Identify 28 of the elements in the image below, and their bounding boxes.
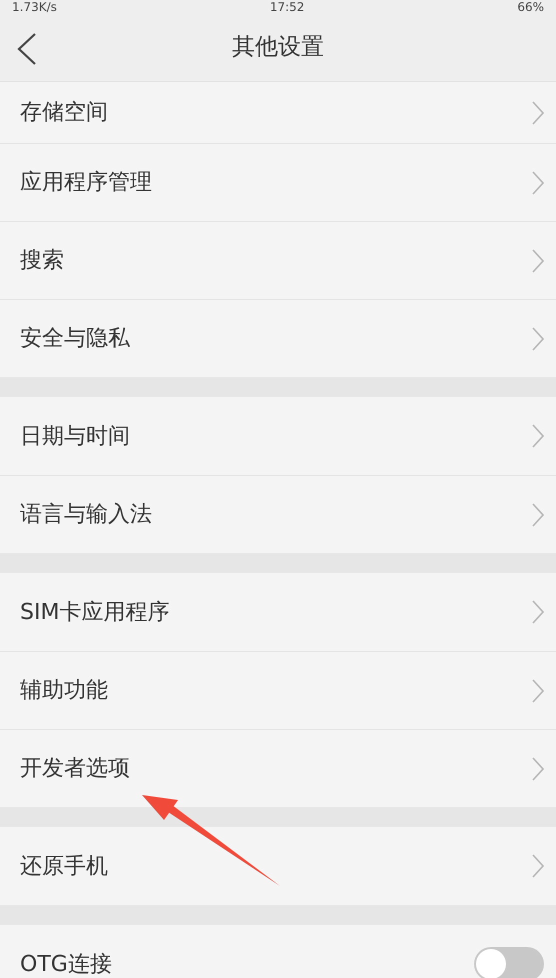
page-title: 其他设置: [232, 33, 324, 62]
row-label: OTG连接: [20, 950, 112, 978]
chevron-icon: [532, 756, 544, 780]
row-label: 日期与时间: [20, 422, 130, 450]
chevron-icon: [532, 600, 544, 624]
row-label: 存储空间: [20, 99, 108, 127]
network-speed: 1.73K/s: [12, 0, 57, 14]
row-label: 搜索: [20, 247, 64, 275]
row-label: 语言与输入法: [20, 501, 152, 529]
row-label: 辅助功能: [20, 677, 108, 705]
toggle-switch[interactable]: [474, 947, 544, 978]
back-button[interactable]: [16, 32, 38, 66]
chevron-icon: [532, 170, 544, 194]
row-label: 还原手机: [20, 852, 108, 880]
row-label: 应用程序管理: [20, 169, 152, 197]
battery-level: 66%: [517, 0, 544, 14]
status-time: 17:52: [270, 0, 304, 14]
chevron-icon: [532, 100, 544, 124]
chevron-icon: [532, 502, 544, 526]
back-icon: [16, 32, 38, 66]
chevron-icon: [532, 424, 544, 448]
chevron-icon: [532, 326, 544, 350]
row-label: 安全与隐私: [20, 325, 130, 353]
row-label: 开发者选项: [20, 755, 130, 783]
chevron-icon: [532, 678, 544, 702]
chevron-icon: [532, 248, 544, 272]
chevron-icon: [532, 854, 544, 878]
row-label: SIM卡应用程序: [20, 598, 170, 626]
